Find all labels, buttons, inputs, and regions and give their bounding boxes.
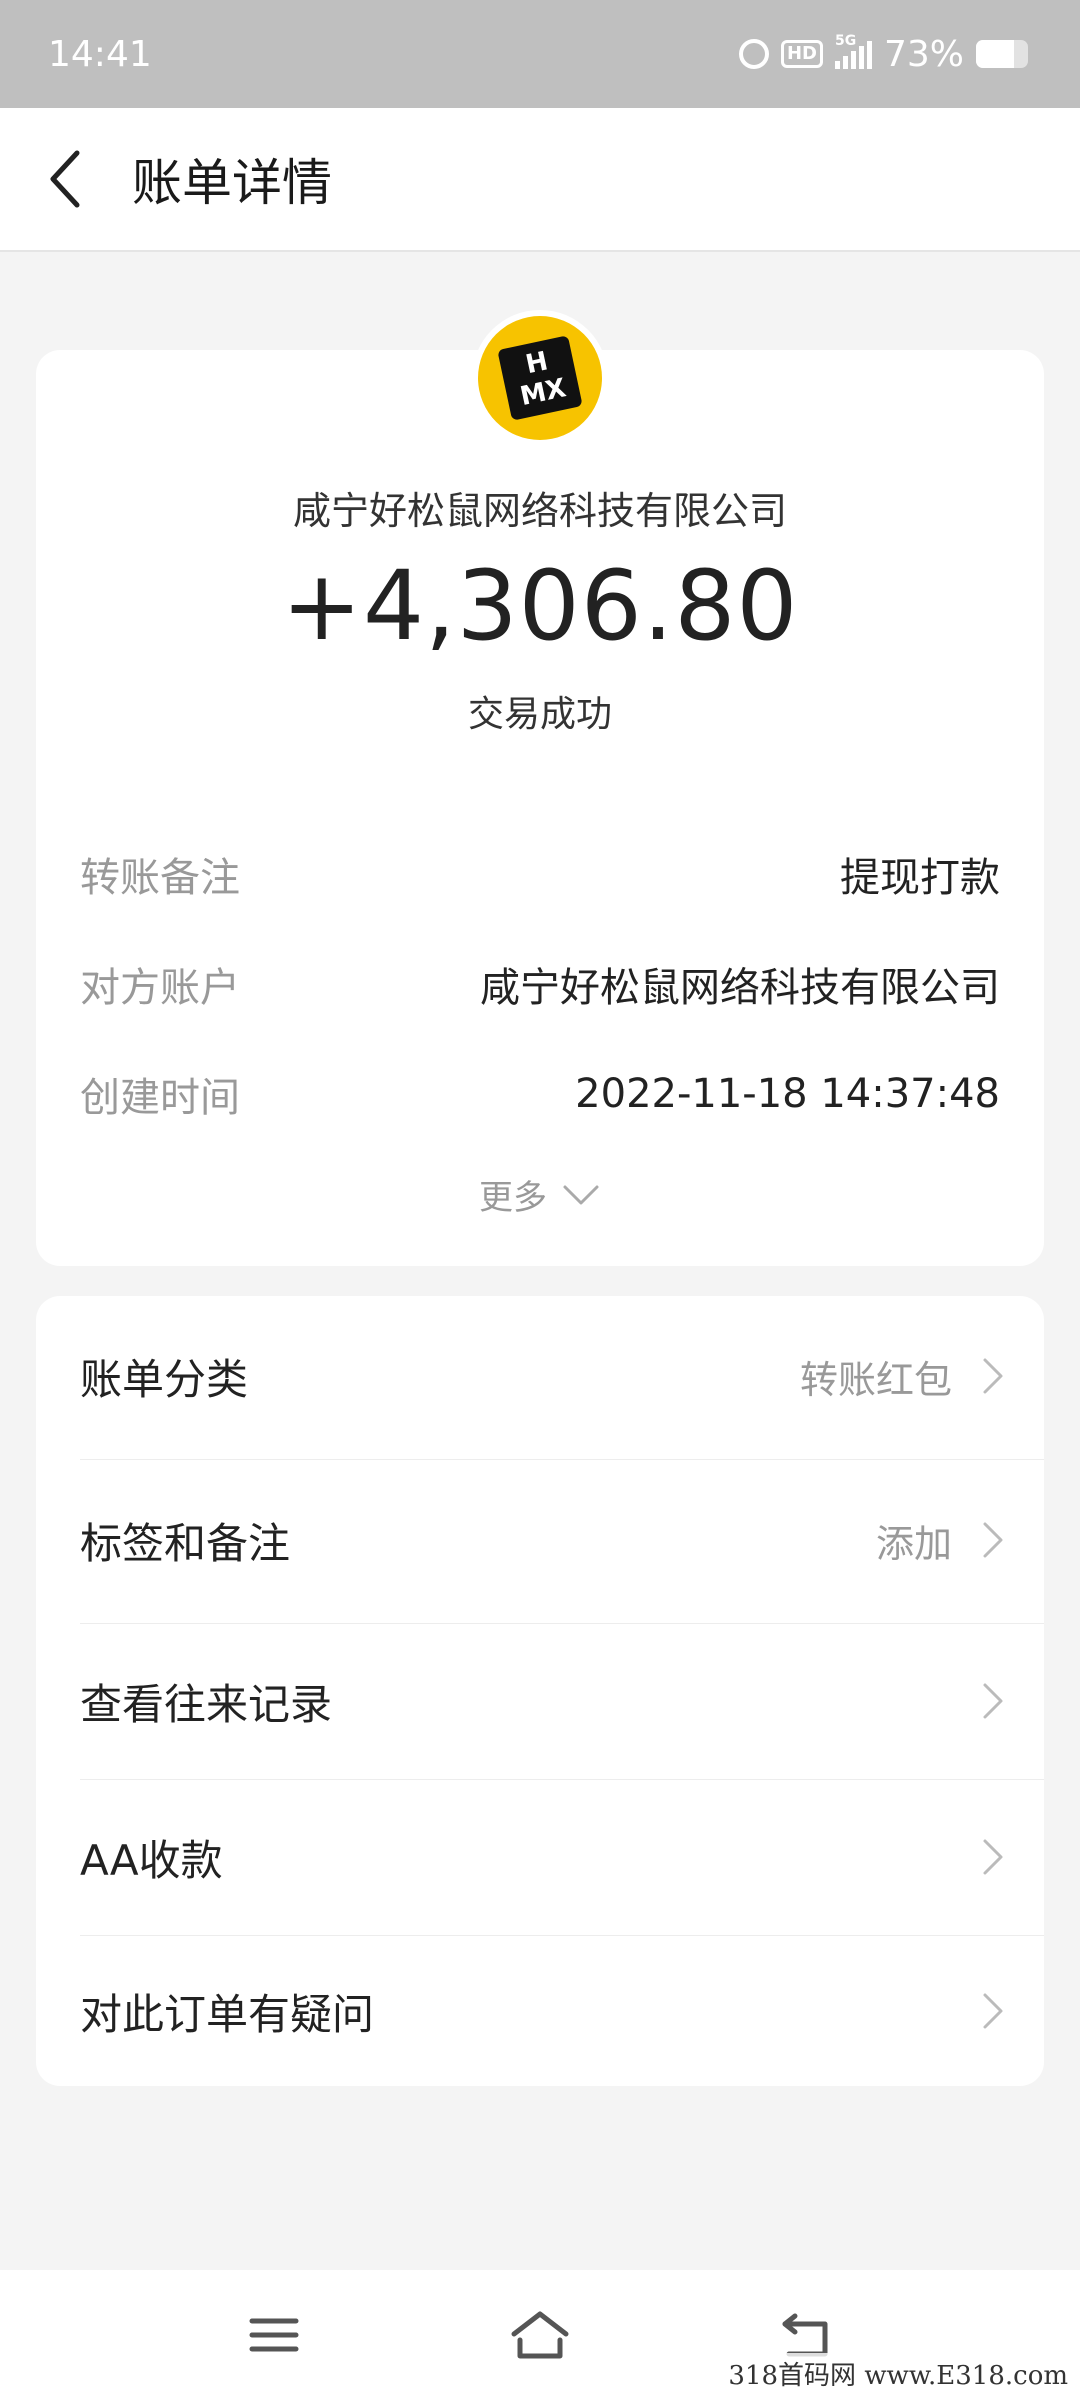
- chevron-right-icon: [983, 1522, 1003, 1558]
- list-item-value: 转账红包: [799, 1357, 952, 1402]
- list-item-tags-notes[interactable]: 标签和备注 添加: [36, 1460, 1044, 1620]
- list-item-label: 查看往来记录: [80, 1679, 333, 1729]
- back-button[interactable]: [10, 107, 120, 251]
- detail-row-created-time: 创建时间 2022-11-18 14:37:48: [80, 1064, 1000, 1124]
- more-button[interactable]: 更多: [36, 1170, 1044, 1219]
- transaction-status: 交易成功: [467, 694, 612, 735]
- detail-value: 2022-11-18 14:37:48: [575, 1071, 1000, 1117]
- transaction-card: H MX 咸宁好松鼠网络科技有限公司 +4,306.80 交易成功 转账备注 提…: [36, 316, 1044, 1266]
- list-item-bill-category[interactable]: 账单分类 转账红包: [36, 1296, 1044, 1456]
- chevron-down-icon: [563, 1185, 599, 1204]
- watermark: 318首码网 www.E318.com: [722, 2353, 1074, 2394]
- list-item-aa-collect[interactable]: AA收款: [36, 1780, 1044, 1934]
- actions-card: 账单分类 转账红包 标签和备注 添加 查看往来记录 AA收款 对此订单有疑问: [36, 1296, 1044, 2086]
- network-type-label: 5G: [834, 33, 857, 49]
- more-label: 更多: [479, 1178, 547, 1218]
- chevron-left-icon: [50, 150, 80, 208]
- status-icons: HD 5G 73%: [738, 33, 1028, 75]
- detail-label: 对方账户: [80, 965, 240, 1011]
- detail-value: 咸宁好松鼠网络科技有限公司: [480, 965, 1000, 1011]
- chevron-right-icon: [983, 1839, 1003, 1875]
- menu-icon: [249, 2318, 299, 2352]
- list-item-label: AA收款: [80, 1835, 223, 1885]
- chevron-right-icon: [983, 1993, 1003, 2029]
- signal-icon: 5G: [834, 33, 872, 69]
- home-icon: [511, 2311, 569, 2359]
- back-icon: [782, 2313, 828, 2357]
- detail-label: 转账备注: [80, 855, 240, 901]
- hd-icon: HD: [780, 40, 823, 68]
- merchant-logo-mark: H MX: [497, 335, 583, 421]
- list-item-history[interactable]: 查看往来记录: [36, 1624, 1044, 1778]
- list-item-value: 添加: [875, 1521, 952, 1566]
- list-item-label: 对此订单有疑问: [80, 1989, 375, 2039]
- detail-label: 创建时间: [80, 1075, 240, 1121]
- chevron-right-icon: [983, 1683, 1003, 1719]
- merchant-logo: H MX: [478, 316, 602, 440]
- menu-button[interactable]: [239, 2300, 309, 2370]
- page-title: 账单详情: [132, 154, 332, 212]
- battery-percent: 73%: [883, 33, 964, 75]
- header: 账单详情: [0, 108, 1080, 252]
- list-item-label: 标签和备注: [80, 1518, 291, 1568]
- status-time: 14:41: [48, 33, 152, 75]
- detail-row-remark: 转账备注 提现打款: [80, 844, 1000, 904]
- alarm-icon: [738, 39, 769, 69]
- detail-value: 提现打款: [840, 855, 1000, 901]
- list-item-order-question[interactable]: 对此订单有疑问: [36, 1936, 1044, 2086]
- chevron-right-icon: [983, 1358, 1003, 1394]
- payee-name: 咸宁好松鼠网络科技有限公司: [292, 489, 787, 533]
- battery-icon: [976, 40, 1028, 68]
- list-item-label: 账单分类: [80, 1354, 249, 1404]
- detail-row-counterparty: 对方账户 咸宁好松鼠网络科技有限公司: [80, 954, 1000, 1014]
- status-bar: 14:41 HD 5G 73%: [0, 0, 1080, 108]
- transaction-amount: +4,306.80: [281, 550, 799, 662]
- home-button[interactable]: [505, 2300, 575, 2370]
